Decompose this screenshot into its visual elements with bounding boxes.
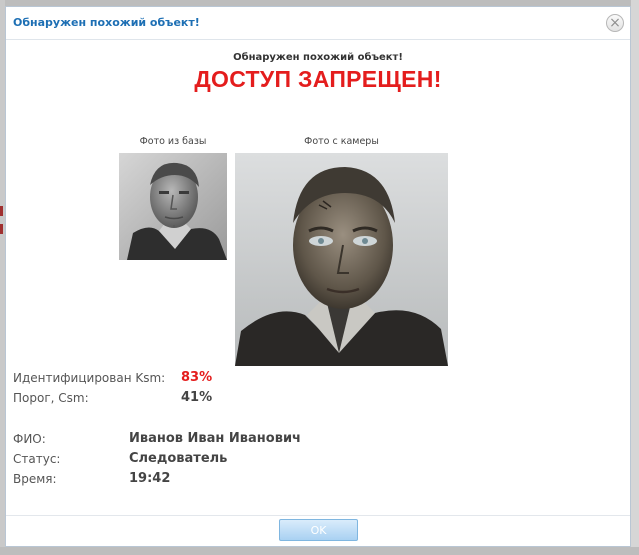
camera-photo-caption: Фото с камеры [304, 136, 379, 147]
close-button[interactable]: × [606, 14, 624, 32]
status-value: Следователь [129, 451, 228, 466]
ksm-value: 83% [181, 370, 213, 385]
time-row: Время: 19:42 [6, 471, 630, 488]
time-value: 19:42 [129, 471, 171, 486]
csm-label: Порог, Csm: [13, 391, 89, 405]
camera-portrait-image [235, 153, 448, 366]
name-label: ФИО: [13, 432, 46, 446]
background-marker [0, 224, 3, 234]
dialog-title: Обнаружен похожий объект! [13, 16, 200, 29]
ksm-label: Идентифицирован Ksm: [13, 371, 166, 385]
status-row: Статус: Следователь [6, 451, 630, 468]
camera-photo [235, 153, 448, 366]
close-icon: × [609, 15, 621, 31]
csm-row: Порог, Csm: 41% [6, 390, 630, 407]
detection-subtitle: Обнаружен похожий объект! [233, 52, 403, 63]
db-photo-caption: Фото из базы [139, 136, 207, 147]
similar-object-dialog: Обнаружен похожий объект! × Обнаружен по… [5, 6, 631, 547]
db-photo [119, 153, 227, 260]
db-portrait-image [119, 153, 227, 260]
dialog-footer: OK [6, 515, 630, 546]
name-row: ФИО: Иванов Иван Иванович [6, 431, 630, 448]
background-marker [0, 206, 3, 216]
dialog-titlebar: Обнаружен похожий объект! × [6, 7, 630, 40]
csm-value: 41% [181, 390, 213, 405]
background-page-right [631, 0, 639, 555]
ok-button[interactable]: OK [279, 519, 358, 541]
background-page-bottom [0, 547, 639, 555]
time-label: Время: [13, 472, 57, 486]
access-denied-message: ДОСТУП ЗАПРЕЩЕН! [194, 66, 442, 92]
status-label: Статус: [13, 452, 61, 466]
name-value: Иванов Иван Иванович [129, 431, 301, 446]
dialog-body: Обнаружен похожий объект! ДОСТУП ЗАПРЕЩЕ… [6, 40, 630, 518]
ksm-row: Идентифицирован Ksm: 83% [6, 370, 630, 387]
